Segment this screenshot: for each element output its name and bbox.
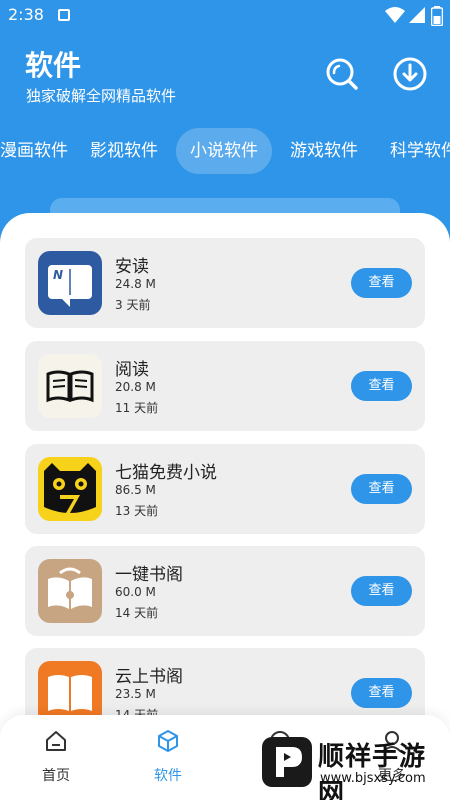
nav-software[interactable]: 软件 (128, 729, 208, 789)
search-button[interactable] (324, 56, 360, 92)
wifi-icon (385, 7, 405, 23)
app-name: 云上书阁 (115, 667, 183, 687)
tab-science[interactable]: 科学软件 (376, 128, 450, 174)
list-item[interactable]: 一键书阁 60.0 M 14 天前 查看 (25, 546, 425, 636)
watermark-url: www.bjsxsy.com (320, 771, 426, 786)
watermark-title: 顺祥手游网 (318, 742, 427, 800)
app-updated: 13 天前 (115, 504, 159, 518)
app-size: 23.5 M (115, 687, 156, 701)
app-name: 七猫免费小说 (115, 463, 217, 483)
app-size: 60.0 M (115, 585, 156, 599)
notification-icon (58, 9, 70, 21)
home-icon (46, 731, 66, 751)
page-title: 软件 (25, 49, 82, 82)
tab-video[interactable]: 影视软件 (76, 128, 172, 174)
status-bar: 2:38 (0, 0, 450, 32)
app-size: 20.8 M (115, 380, 156, 394)
view-button[interactable]: 查看 (351, 371, 412, 401)
watermark: 顺祥手游网 www.bjsxsy.com (262, 733, 448, 800)
battery-icon (431, 6, 443, 26)
app-updated: 3 天前 (115, 298, 151, 312)
view-button[interactable]: 查看 (351, 268, 412, 298)
watermark-logo-icon (262, 737, 312, 787)
tab-novel[interactable]: 小说软件 (176, 128, 272, 174)
cube-icon (158, 730, 178, 752)
list-item[interactable]: 七猫免费小说 86.5 M 13 天前 查看 (25, 444, 425, 534)
app-size: 86.5 M (115, 483, 156, 497)
category-tabs: 漫画软件 影视软件 小说软件 游戏软件 科学软件 (0, 128, 450, 174)
nav-home-label: 首页 (42, 768, 70, 784)
nav-software-label: 软件 (154, 768, 182, 784)
app-name: 阅读 (115, 360, 149, 380)
tab-game[interactable]: 游戏软件 (276, 128, 372, 174)
search-icon (326, 58, 358, 90)
yuedu-app-icon (38, 354, 102, 418)
page-subtitle: 独家破解全网精品软件 (26, 87, 177, 105)
view-button[interactable]: 查看 (351, 474, 412, 504)
signal-icon (409, 7, 425, 23)
app-size: 24.8 M (115, 277, 156, 291)
andu-app-icon: N (38, 251, 102, 315)
nav-home[interactable]: 首页 (16, 729, 96, 789)
download-icon (393, 57, 427, 91)
app-updated: 14 天前 (115, 606, 159, 620)
app-updated: 11 天前 (115, 401, 159, 415)
app-name: 一键书阁 (115, 565, 183, 585)
view-button[interactable]: 查看 (351, 576, 412, 606)
yijian-app-icon (38, 559, 102, 623)
download-button[interactable] (392, 56, 428, 92)
qimao-app-icon (38, 457, 102, 521)
tab-comic[interactable]: 漫画软件 (0, 128, 82, 174)
view-button[interactable]: 查看 (351, 678, 412, 708)
status-time: 2:38 (8, 5, 44, 24)
list-item[interactable]: 阅读 20.8 M 11 天前 查看 (25, 341, 425, 431)
list-item[interactable]: N 安读 24.8 M 3 天前 查看 (25, 238, 425, 328)
svg-text:N: N (53, 268, 63, 282)
app-name: 安读 (115, 257, 149, 277)
